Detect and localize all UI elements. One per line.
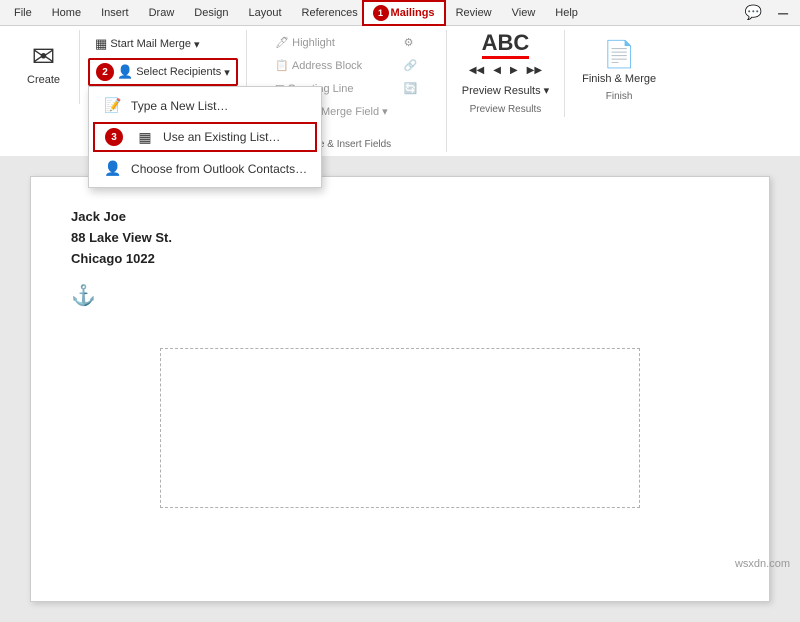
select-recipients-label: Select Recipients [136,66,221,78]
preview-results-button[interactable]: Preview Results ▾ [455,80,556,101]
mailings-badge: 1 [373,5,389,21]
preview-results-arrow: ▾ [544,84,550,97]
address-line3: Chicago 1022 [71,249,729,270]
ribbon-group-finish: 📄 Finish & Merge Finish [565,30,673,104]
abc-preview-icon: ABC [482,32,530,59]
tab-home[interactable]: Home [42,0,91,26]
use-existing-list-icon: ▦ [135,129,155,146]
create-label: Create [27,74,60,86]
rules-icon: ⚙ [404,36,414,49]
ribbon-group-start-mail-merge: ▦ Start Mail Merge ▾ 2 👤 Select Recipien… [80,30,247,104]
rules-button[interactable]: ⚙ [397,32,425,53]
select-recipients-button[interactable]: 2 👤 Select Recipients ▾ [88,58,238,86]
person-icon: 👤 [117,64,133,80]
tab-layout[interactable]: Layout [239,0,292,26]
tab-insert[interactable]: Insert [91,0,139,26]
tab-draw[interactable]: Draw [139,0,185,26]
address-block-icon: 📋 [275,59,289,72]
finish-merge-icon: 📄 [603,39,635,70]
ribbon-group-preview: ABC ◀◀ ◀ ▶ ▶▶ Preview Results ▾ Preview … [447,30,565,117]
address-block-label: Address Block [292,60,362,72]
preview-results-label: Preview Results [462,85,541,97]
minimize-icon[interactable]: ─ [770,1,796,25]
anchor-icon: ⚓ [71,283,96,308]
type-new-list-item[interactable]: 📝 Type a New List… [89,91,321,120]
start-mail-merge-icon: ▦ [95,36,107,52]
start-mail-merge-label: Start Mail Merge [110,38,191,50]
start-mail-merge-dropdown-arrow: ▾ [194,38,200,51]
type-new-list-icon: 📝 [103,97,123,114]
update-labels-icon: 🔄 [404,82,418,95]
app-container: File Home Insert Draw Design Layout Refe… [0,0,800,622]
match-fields-button[interactable]: 🔗 [397,55,425,76]
choose-from-outlook-label: Choose from Outlook Contacts… [131,162,307,176]
tab-references[interactable]: References [292,0,362,26]
tab-review[interactable]: Review [446,0,502,26]
highlight-label: Highlight [292,37,335,49]
highlight-button[interactable]: 🖊 Highlight [268,32,394,53]
ribbon-group-create: ✉ Create [8,30,80,104]
select-recipients-arrow: ▾ [224,66,230,79]
use-existing-badge: 3 [105,128,123,146]
select-recipients-dropdown: 📝 Type a New List… 3 ▦ Use an Existing L… [88,86,322,188]
address-block-button[interactable]: 📋 Address Block [268,55,394,76]
document-area: Jack Joe 88 Lake View St. Chicago 1022 ⚓ [0,156,800,622]
ribbon-tabs-bar: File Home Insert Draw Design Layout Refe… [0,0,800,26]
comment-icon[interactable]: 💬 [737,0,770,25]
finish-group-label: Finish [565,91,673,102]
finish-merge-label: Finish & Merge [582,73,656,85]
choose-from-outlook-item[interactable]: 👤 Choose from Outlook Contacts… [89,154,321,183]
address-line2: 88 Lake View St. [71,228,729,249]
match-fields-icon: 🔗 [404,59,418,72]
type-new-list-label: Type a New List… [131,99,228,113]
document-content-area [160,348,640,508]
ribbon-content: ✉ Create ▦ Start Mail Merge ▾ 2 👤 Select… [0,26,800,156]
update-labels-button[interactable]: 🔄 [397,78,425,99]
highlight-icon: 🖊 [275,36,289,49]
document-address: Jack Joe 88 Lake View St. Chicago 1022 [71,207,729,269]
prev-button[interactable]: ◀ [489,63,505,78]
preview-results-group-label: Preview Results [447,104,564,115]
select-recipients-container: 2 👤 Select Recipients ▾ 📝 Type a New Lis… [88,58,238,86]
next-record-button[interactable]: ▶▶ [523,63,546,78]
insert-merge-field-arrow: ▾ [382,105,388,118]
next-button[interactable]: ▶ [506,63,522,78]
create-button[interactable]: ✉ Create [18,34,69,94]
tab-mailings[interactable]: 1 Mailings [362,0,446,26]
tab-view[interactable]: View [502,0,546,26]
start-mail-merge-button[interactable]: ▦ Start Mail Merge ▾ [88,32,238,56]
select-recipients-badge: 2 [96,63,114,81]
tab-file[interactable]: File [4,0,42,26]
tab-design[interactable]: Design [184,0,238,26]
prev-record-button[interactable]: ◀◀ [465,63,488,78]
address-line1: Jack Joe [71,207,729,228]
use-existing-list-item[interactable]: 3 ▦ Use an Existing List… [93,122,317,152]
outlook-contacts-icon: 👤 [103,160,123,177]
use-existing-list-label: Use an Existing List… [163,130,280,144]
start-mail-merge-items: ▦ Start Mail Merge ▾ 2 👤 Select Recipien… [88,32,238,100]
tab-help[interactable]: Help [545,0,588,26]
envelope-icon: ✉ [32,43,55,71]
document-page: Jack Joe 88 Lake View St. Chicago 1022 ⚓ [30,176,770,602]
watermark: wsxdn.com [735,558,790,570]
finish-merge-button[interactable]: 📄 Finish & Merge [573,32,665,92]
